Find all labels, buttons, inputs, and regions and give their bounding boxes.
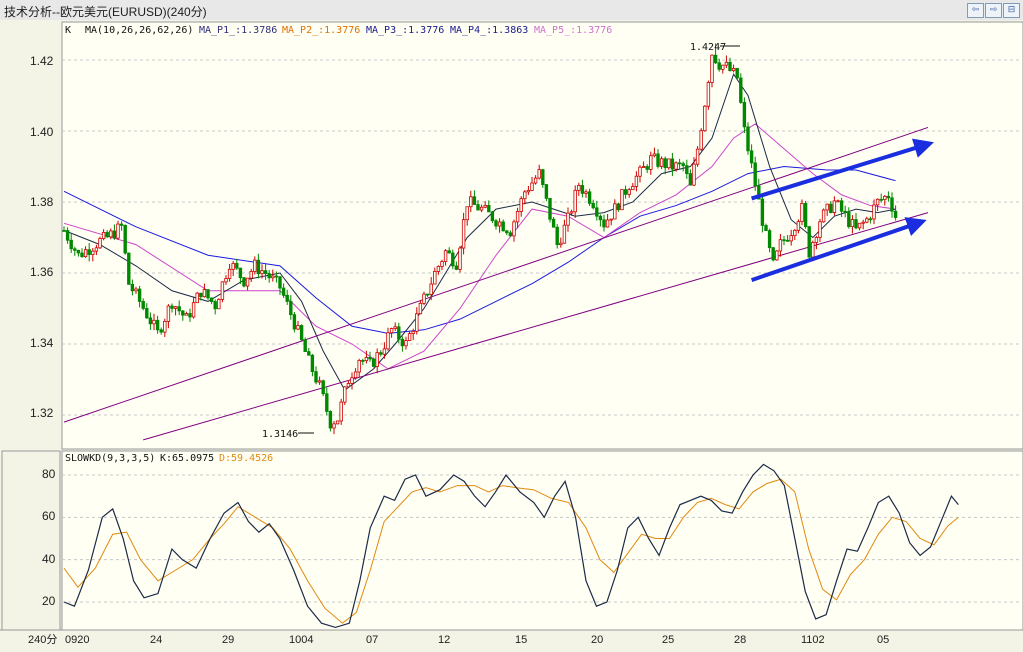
candle — [335, 420, 340, 425]
x-tick: 1004 — [289, 634, 313, 646]
x-tick: 12 — [438, 634, 450, 646]
candle — [458, 245, 462, 273]
kd-y-tick: 40 — [42, 552, 56, 566]
candle — [775, 250, 779, 261]
candle — [620, 189, 624, 211]
high-price-label: 1.4247 — [690, 42, 726, 53]
candle — [343, 386, 347, 405]
candle — [803, 200, 808, 229]
candle — [771, 246, 775, 262]
candle — [220, 281, 225, 303]
kd-y-tick: 60 — [42, 509, 56, 523]
candle — [195, 291, 199, 304]
candle — [807, 225, 811, 259]
candle — [303, 337, 307, 352]
y-tick: 1.32 — [30, 406, 54, 420]
period-label: 240分 — [28, 633, 57, 646]
candle — [821, 208, 826, 223]
forward-button[interactable]: ⇨ — [985, 3, 1002, 18]
candle — [548, 197, 552, 223]
x-tick: 07 — [366, 634, 378, 646]
x-tick: 0920 — [65, 634, 89, 646]
kd-panel[interactable] — [61, 450, 1023, 631]
x-tick: 28 — [734, 634, 746, 646]
ma-p1-value: MA_P1_:1.3786 — [199, 25, 277, 36]
candle — [541, 168, 545, 188]
ma-params-label: MA(10,26,26,62,26) — [85, 25, 193, 36]
candle — [98, 236, 102, 250]
y-tick: 1.34 — [30, 336, 54, 350]
y-tick: 1.42 — [30, 54, 54, 68]
candle — [328, 410, 333, 432]
candle — [735, 67, 739, 79]
candle — [242, 277, 246, 288]
low-price-label: 1.3146 — [262, 429, 298, 440]
candle — [706, 80, 711, 110]
ma-p5-value: MA_P5_:1.3776 — [534, 25, 612, 36]
ma-p4-value: MA_P4_:1.3863 — [450, 25, 528, 36]
x-tick: 15 — [515, 634, 527, 646]
ma-p2-value: MA_P2_:1.3776 — [282, 25, 360, 36]
title-bar: 技术分析--欧元美元(EURUSD)(240分) ⇦ ⇨ ⊟ — [0, 0, 1023, 21]
candle — [299, 324, 304, 342]
chart-canvas[interactable]: K MA(10,26,26,62,26) MA_P1_:1.3786 MA_P2… — [0, 20, 1023, 652]
candle — [710, 54, 714, 88]
x-tick: 29 — [222, 634, 234, 646]
candle — [206, 289, 210, 300]
chart-window: 技术分析--欧元美元(EURUSD)(240分) ⇦ ⇨ ⊟ K MA(10,2… — [0, 0, 1023, 652]
kd-d-value: D:59.4526 — [219, 453, 273, 464]
kd-y-tick: 20 — [42, 594, 56, 608]
candle — [339, 398, 343, 425]
x-tick: 24 — [150, 634, 162, 646]
x-tick: 20 — [591, 634, 603, 646]
candle — [695, 146, 700, 167]
candle — [703, 105, 707, 132]
window-title: 技术分析--欧元美元(EURUSD)(240分) — [4, 5, 207, 19]
kline-label: K — [65, 25, 71, 36]
candle — [555, 224, 559, 249]
candle — [371, 357, 376, 368]
candle — [321, 379, 325, 397]
kd-k-value: K:65.0975 — [160, 453, 214, 464]
ma-p3-value: MA_P3_:1.3776 — [366, 25, 444, 36]
kd-params-label: SLOWKD(9,3,3,5) — [65, 453, 155, 464]
x-tick: 25 — [662, 634, 674, 646]
collapse-button[interactable]: ⊟ — [1003, 3, 1020, 18]
candle — [739, 73, 743, 104]
candle — [544, 184, 549, 202]
candle — [217, 298, 221, 310]
x-tick: 1102 — [801, 634, 825, 646]
x-tick: 05 — [877, 634, 889, 646]
back-button[interactable]: ⇦ — [967, 3, 984, 18]
candle — [746, 122, 750, 155]
candle — [699, 128, 703, 151]
candle — [127, 252, 131, 285]
candle — [800, 199, 804, 226]
kd-y-tick: 80 — [42, 467, 56, 481]
candle — [123, 224, 127, 255]
candle — [292, 312, 297, 333]
y-tick: 1.40 — [30, 125, 54, 139]
y-tick: 1.36 — [30, 265, 54, 279]
y-tick: 1.38 — [30, 195, 54, 209]
